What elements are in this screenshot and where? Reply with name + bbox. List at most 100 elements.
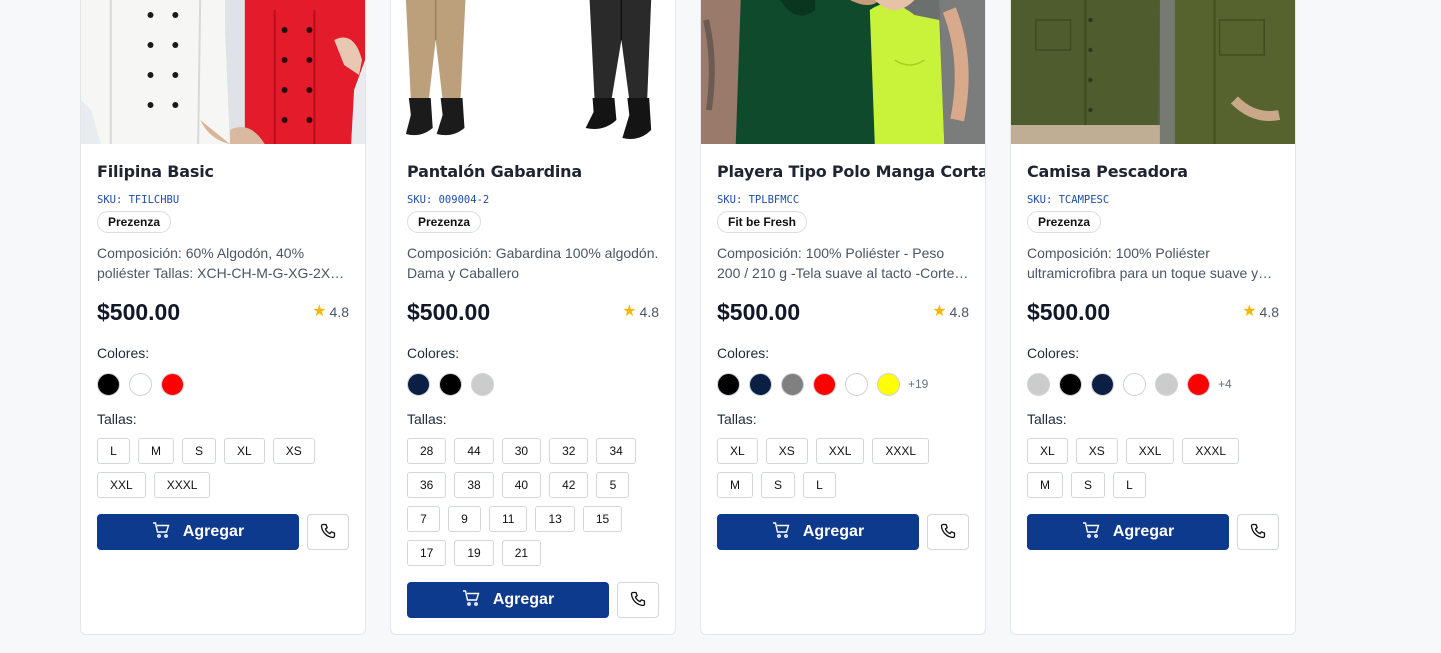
size-option[interactable]: 15 (582, 506, 623, 532)
size-option[interactable]: S (1071, 472, 1106, 498)
size-option[interactable]: XXL (1125, 438, 1175, 464)
size-options: 28 44 30 32 34 36 38 40 42 5 7 9 11 13 15 17 19 21 (407, 438, 663, 566)
star-icon: ★ (622, 303, 637, 320)
product-title[interactable]: Pantalón Gabardina (407, 162, 659, 181)
size-option[interactable]: 21 (501, 540, 542, 566)
more-colors-count: +4 (1218, 377, 1232, 391)
add-to-cart-button[interactable]: Agregar (407, 582, 609, 618)
size-option[interactable]: M (138, 438, 174, 464)
size-option[interactable]: 34 (596, 438, 636, 464)
product-sku: SKU: TFILCHBU (97, 194, 180, 206)
cart-icon (152, 521, 170, 543)
size-option[interactable]: XS (765, 438, 808, 464)
color-swatch[interactable] (877, 372, 900, 396)
color-swatch[interactable] (161, 372, 184, 396)
add-button-label: Agregar (802, 523, 865, 540)
color-swatch[interactable] (97, 372, 120, 396)
size-option[interactable]: 30 (501, 438, 542, 464)
add-to-cart-button[interactable]: Agregar (717, 514, 919, 550)
add-to-cart-button[interactable]: Agregar (1027, 514, 1229, 550)
size-option[interactable]: XL (224, 438, 265, 464)
size-option[interactable]: 11 (489, 506, 528, 532)
size-option[interactable]: M (717, 472, 753, 498)
star-icon: ★ (312, 303, 327, 320)
color-swatch[interactable] (781, 372, 804, 396)
product-price: $500.00 (97, 298, 181, 325)
size-option[interactable]: 17 (407, 540, 447, 566)
product-title[interactable]: Camisa Pescadora (1027, 162, 1279, 181)
size-option[interactable]: XXL (815, 438, 865, 464)
size-options: L M S XL XS XXL XXXL (97, 438, 353, 498)
size-option[interactable]: 9 (448, 506, 481, 532)
color-swatch[interactable] (813, 372, 836, 396)
phone-icon (940, 523, 956, 542)
color-swatch[interactable] (1091, 372, 1114, 396)
color-swatch[interactable] (1059, 372, 1082, 396)
product-title[interactable]: Playera Tipo Polo Manga Corta (717, 162, 985, 181)
product-grid: Filipina Basic SKU: TFILCHBU Prezenza Co… (80, 0, 1296, 635)
phone-icon (320, 523, 336, 542)
product-image[interactable] (701, 0, 985, 144)
product-title[interactable]: Filipina Basic (97, 162, 349, 181)
call-button[interactable] (927, 514, 969, 550)
product-sku: SKU: TPLBFMCC (717, 194, 800, 206)
color-swatch[interactable] (749, 372, 772, 396)
size-option[interactable]: M (1027, 472, 1063, 498)
colors-label: Colores: (717, 345, 770, 361)
sizes-label: Tallas: (97, 411, 137, 427)
size-option[interactable]: XXXL (872, 438, 930, 464)
size-option[interactable]: 42 (549, 472, 589, 498)
size-option[interactable]: XS (1075, 438, 1118, 464)
size-options: XL XS XXL XXXL M S L (1027, 438, 1283, 498)
product-card: Filipina Basic SKU: TFILCHBU Prezenza Co… (80, 0, 366, 635)
color-swatch[interactable] (407, 372, 430, 396)
size-option[interactable]: XXXL (153, 472, 211, 498)
product-image[interactable] (1011, 0, 1295, 144)
size-option[interactable]: 32 (549, 438, 589, 464)
size-option[interactable]: L (803, 472, 837, 498)
product-rating: ★ 4.8 (622, 303, 659, 321)
brand-badge: Prezenza (1027, 211, 1102, 233)
size-option[interactable]: 13 (535, 506, 575, 532)
size-option[interactable]: S (182, 438, 217, 464)
color-swatches: +19 (717, 372, 969, 396)
color-swatch[interactable] (845, 372, 868, 396)
size-option[interactable]: XXL (97, 472, 146, 498)
product-image[interactable] (81, 0, 365, 144)
size-option[interactable]: XL (1027, 438, 1068, 464)
size-option[interactable]: XS (272, 438, 315, 464)
product-image[interactable] (391, 0, 675, 144)
star-icon: ★ (932, 303, 947, 320)
color-swatch[interactable] (1027, 372, 1050, 396)
add-to-cart-button[interactable]: Agregar (97, 514, 299, 550)
size-option[interactable]: XL (717, 438, 758, 464)
size-option[interactable]: 38 (454, 472, 494, 498)
size-option[interactable]: XXXL (1182, 438, 1240, 464)
color-swatch[interactable] (1155, 372, 1178, 396)
colors-label: Colores: (1027, 345, 1080, 361)
color-swatch[interactable] (717, 372, 740, 396)
size-option[interactable]: 44 (454, 438, 494, 464)
rating-value: 4.8 (329, 304, 349, 320)
size-option[interactable]: L (1113, 472, 1147, 498)
size-option[interactable]: 40 (501, 472, 542, 498)
size-option[interactable]: 7 (407, 506, 440, 532)
color-swatches (97, 372, 349, 396)
size-option[interactable]: 28 (407, 438, 447, 464)
size-option[interactable]: 36 (407, 472, 447, 498)
call-button[interactable] (1237, 514, 1279, 550)
call-button[interactable] (307, 514, 349, 550)
call-button[interactable] (617, 582, 659, 618)
color-swatch[interactable] (129, 372, 152, 396)
sizes-label: Tallas: (407, 411, 447, 427)
size-option[interactable]: S (761, 472, 796, 498)
size-option[interactable]: L (97, 438, 130, 464)
size-option[interactable]: 19 (454, 540, 494, 566)
color-swatch[interactable] (471, 372, 494, 396)
color-swatch[interactable] (1123, 372, 1146, 396)
brand-badge: Fit be Fresh (717, 211, 808, 233)
color-swatch[interactable] (439, 372, 462, 396)
color-swatch[interactable] (1187, 372, 1210, 396)
product-card: Camisa Pescadora SKU: TCAMPESC Prezenza … (1010, 0, 1296, 635)
size-option[interactable]: 5 (596, 472, 630, 498)
